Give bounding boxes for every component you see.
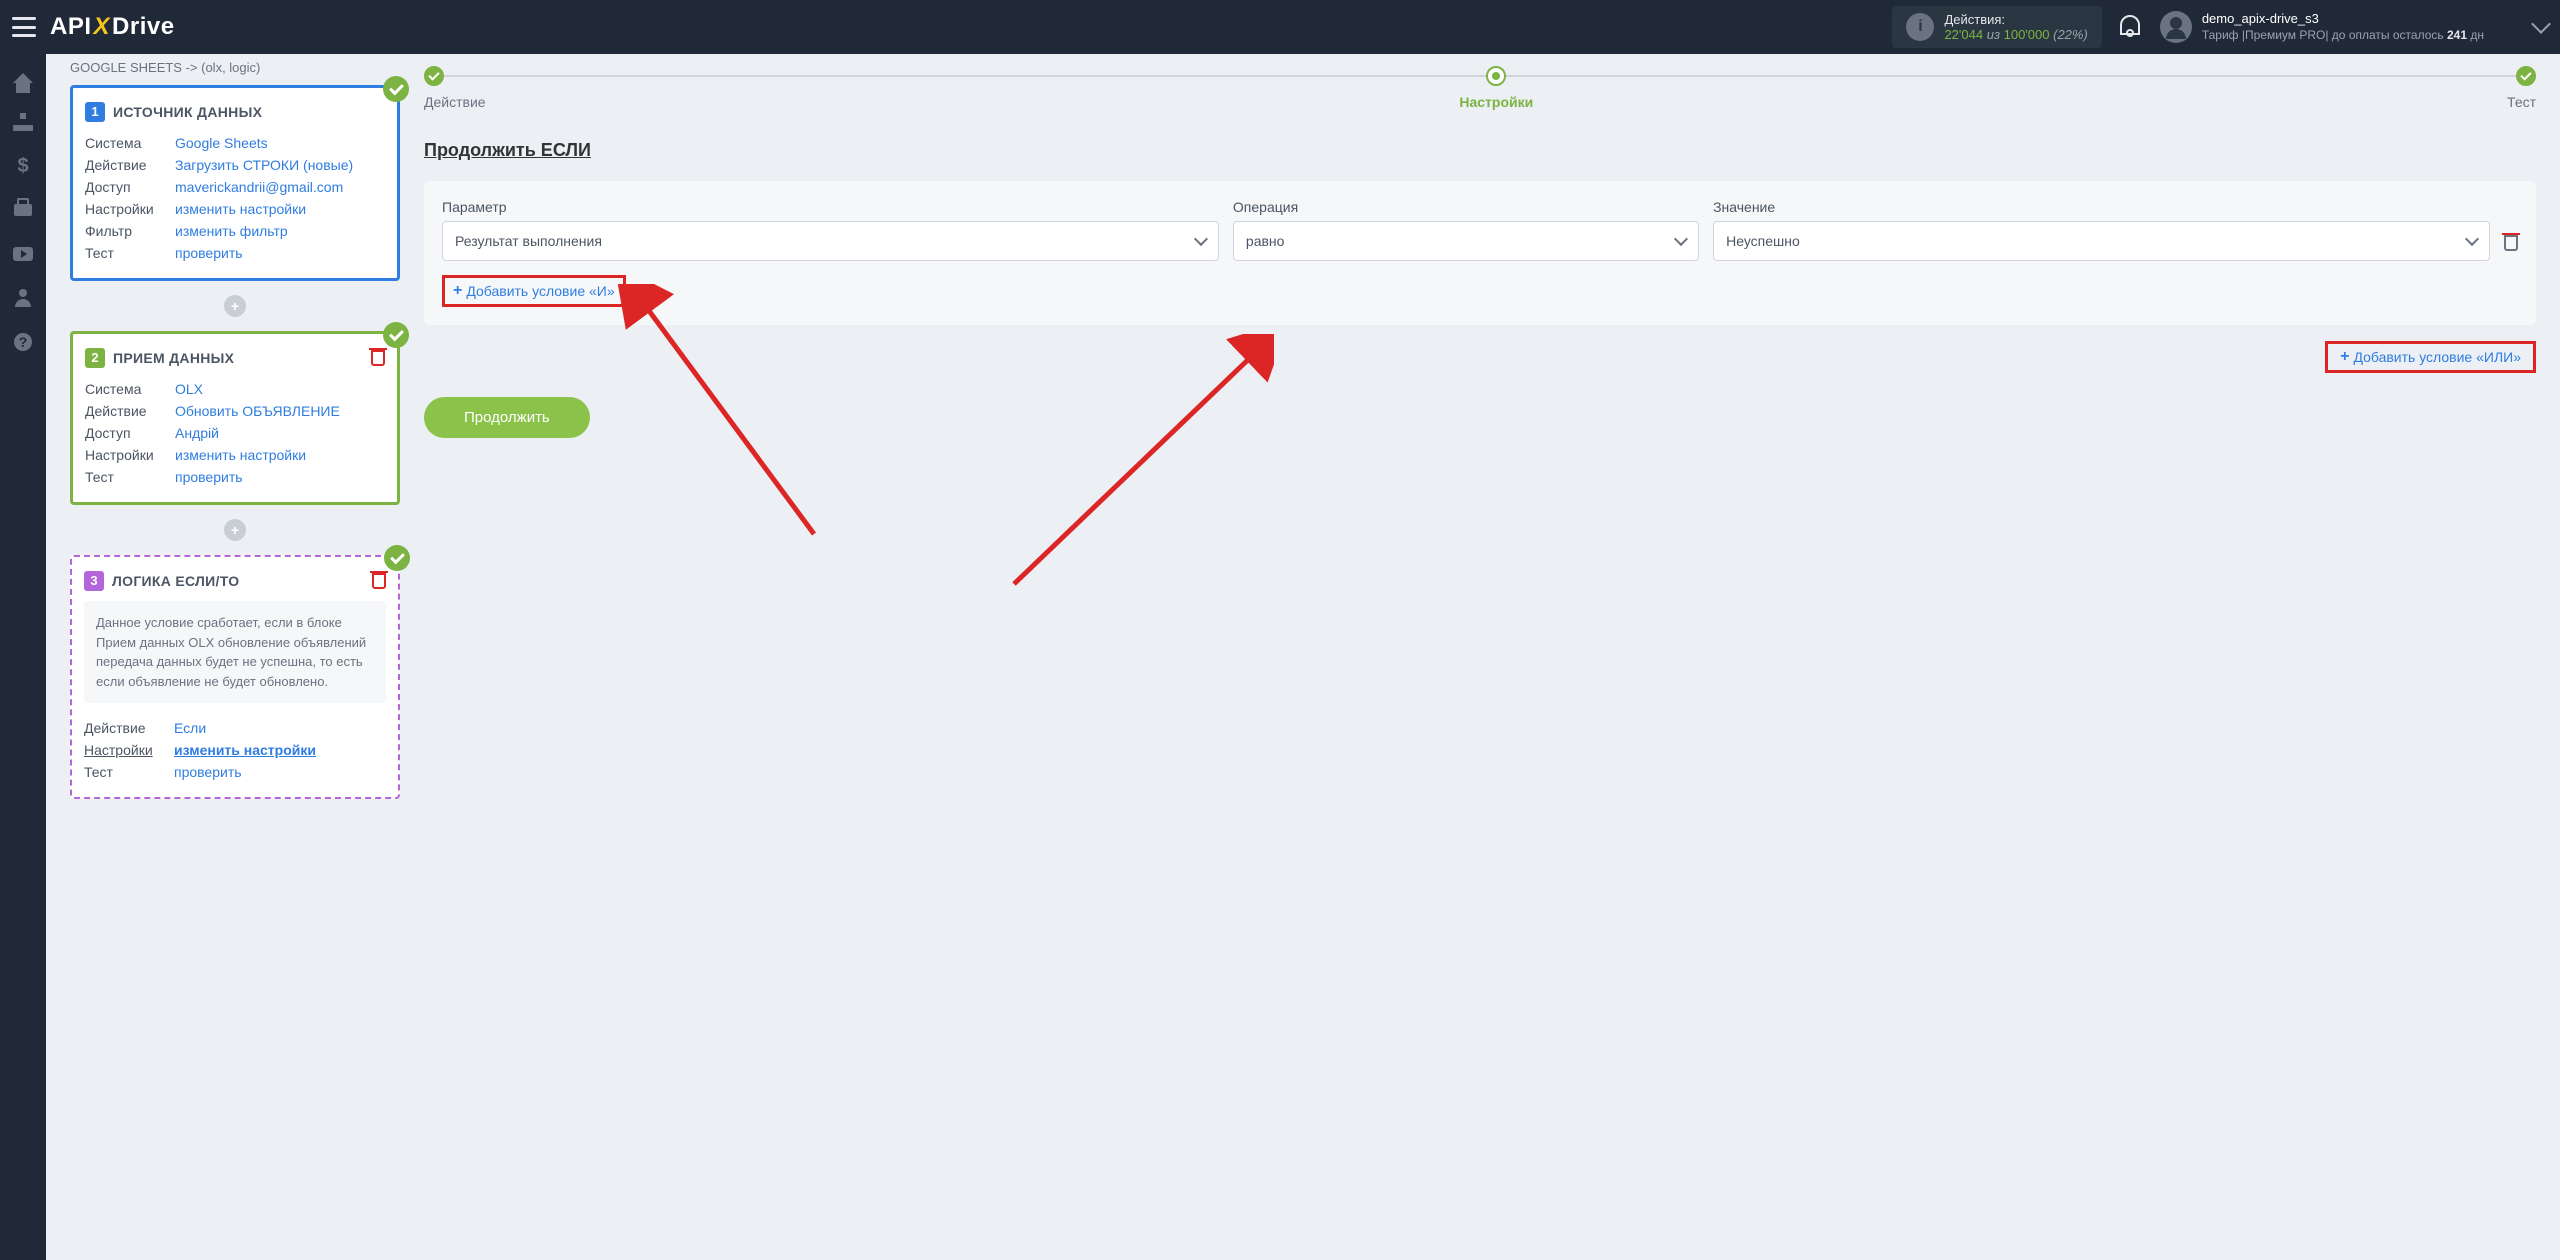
dest-settings[interactable]: изменить настройки [175,447,306,463]
condition-panel: Параметр Результат выполнения Операция р… [424,181,2536,325]
source-access[interactable]: maverickandrii@gmail.com [175,179,343,195]
add-and-condition-button[interactable]: + Добавить условие «И» [442,275,626,307]
step-test-label: Тест [2507,94,2536,110]
user-name: demo_apix-drive_s3 [2202,11,2484,28]
breadcrumb: GOOGLE SHEETS -> (olx, logic) [70,54,400,85]
bell-icon[interactable] [2120,15,2140,39]
nav-help-icon[interactable]: ? [11,330,35,354]
dest-test[interactable]: проверить [175,469,243,485]
step-action-label: Действие [424,94,486,110]
logo-x: X [92,13,113,41]
continue-button[interactable]: Продолжить [424,397,590,438]
block-description: Данное условие сработает, если в блоке П… [84,601,386,703]
destination-block[interactable]: 2 ПРИЕМ ДАННЫХ СистемаOLX ДействиеОбнови… [70,331,400,505]
step-settings-label: Настройки [1459,94,1533,110]
block-number: 1 [85,102,105,122]
source-action[interactable]: Загрузить СТРОКИ (новые) [175,157,353,173]
add-block-button[interactable] [224,519,246,541]
annotation-arrow-right [994,334,1274,594]
dest-access[interactable]: Андрій [175,425,219,441]
step-test-dot[interactable] [2516,66,2536,86]
operation-select[interactable]: равно [1233,221,1699,261]
param-select[interactable]: Результат выполнения [442,221,1219,261]
source-filter[interactable]: изменить фильтр [175,223,288,239]
source-block[interactable]: 1 ИСТОЧНИК ДАННЫХ СистемаGoogle Sheets Д… [70,85,400,281]
block-title: ИСТОЧНИК ДАННЫХ [113,104,262,120]
step-action-dot[interactable] [424,66,444,86]
plus-icon: + [453,282,462,300]
logic-test[interactable]: проверить [174,764,242,780]
value-select[interactable]: Неуспешно [1713,221,2490,261]
info-icon: i [1906,13,1934,41]
actions-counter[interactable]: i Действия: 22'044 из 100'000 (22%) [1892,6,2101,48]
plus-icon: + [2340,348,2349,366]
delete-condition-button[interactable] [2504,235,2518,251]
dest-system[interactable]: OLX [175,381,203,397]
stepper: Действие Настройки Тест [424,66,2536,110]
menu-toggle-icon[interactable] [12,17,36,37]
nav-sitemap-icon[interactable] [11,110,35,134]
check-icon [384,545,410,571]
block-number: 2 [85,348,105,368]
logic-action[interactable]: Если [174,720,206,736]
avatar-icon [2160,11,2192,43]
logic-block[interactable]: 3 ЛОГИКА ЕСЛИ/ТО Данное условие сработае… [70,555,400,799]
delete-block-button[interactable] [372,573,386,589]
actions-used: 22'044 [1944,27,1983,42]
operation-label: Операция [1233,199,1699,215]
actions-sep: из [1987,27,2000,42]
source-test[interactable]: проверить [175,245,243,261]
logo-api: API [50,13,92,41]
chevron-down-icon [1674,232,1688,246]
block-title: ПРИЕМ ДАННЫХ [113,350,234,366]
dest-action[interactable]: Обновить ОБЪЯВЛЕНИЕ [175,403,340,419]
main-column: Действие Настройки Тест Продолжить ЕСЛИ … [424,54,2536,1260]
logic-settings[interactable]: изменить настройки [174,742,316,758]
source-settings[interactable]: изменить настройки [175,201,306,217]
nav-youtube-icon[interactable] [11,242,35,266]
user-menu[interactable]: demo_apix-drive_s3 Тариф |Премиум PRO| д… [2160,11,2548,43]
logo[interactable]: API X Drive [50,13,175,41]
nav-user-icon[interactable] [11,286,35,310]
add-or-condition-button[interactable]: + Добавить условие «ИЛИ» [2325,341,2536,373]
topbar: API X Drive i Действия: 22'044 из 100'00… [0,0,2560,54]
value-label: Значение [1713,199,2490,215]
user-plan: Тариф |Премиум PRO| до оплаты осталось 2… [2202,28,2484,44]
vertical-nav: $ ? [0,54,46,1260]
step-settings-dot[interactable] [1486,66,1506,86]
nav-dollar-icon[interactable]: $ [11,154,35,178]
add-block-button[interactable] [224,295,246,317]
check-icon [383,322,409,348]
actions-label: Действия: [1944,12,2087,27]
chevron-down-icon [2531,14,2551,34]
source-system[interactable]: Google Sheets [175,135,268,151]
block-number: 3 [84,571,104,591]
check-icon [383,76,409,102]
left-column: GOOGLE SHEETS -> (olx, logic) 1 ИСТОЧНИК… [70,54,400,1260]
block-title: ЛОГИКА ЕСЛИ/ТО [112,573,239,589]
param-label: Параметр [442,199,1219,215]
logo-drive: Drive [112,13,175,41]
section-heading: Продолжить ЕСЛИ [424,140,2536,161]
chevron-down-icon [2465,232,2479,246]
nav-home-icon[interactable] [11,66,35,90]
delete-block-button[interactable] [371,350,385,366]
chevron-down-icon [1194,232,1208,246]
actions-pct: (22%) [2053,27,2088,42]
actions-total: 100'000 [2004,27,2050,42]
nav-briefcase-icon[interactable] [11,198,35,222]
